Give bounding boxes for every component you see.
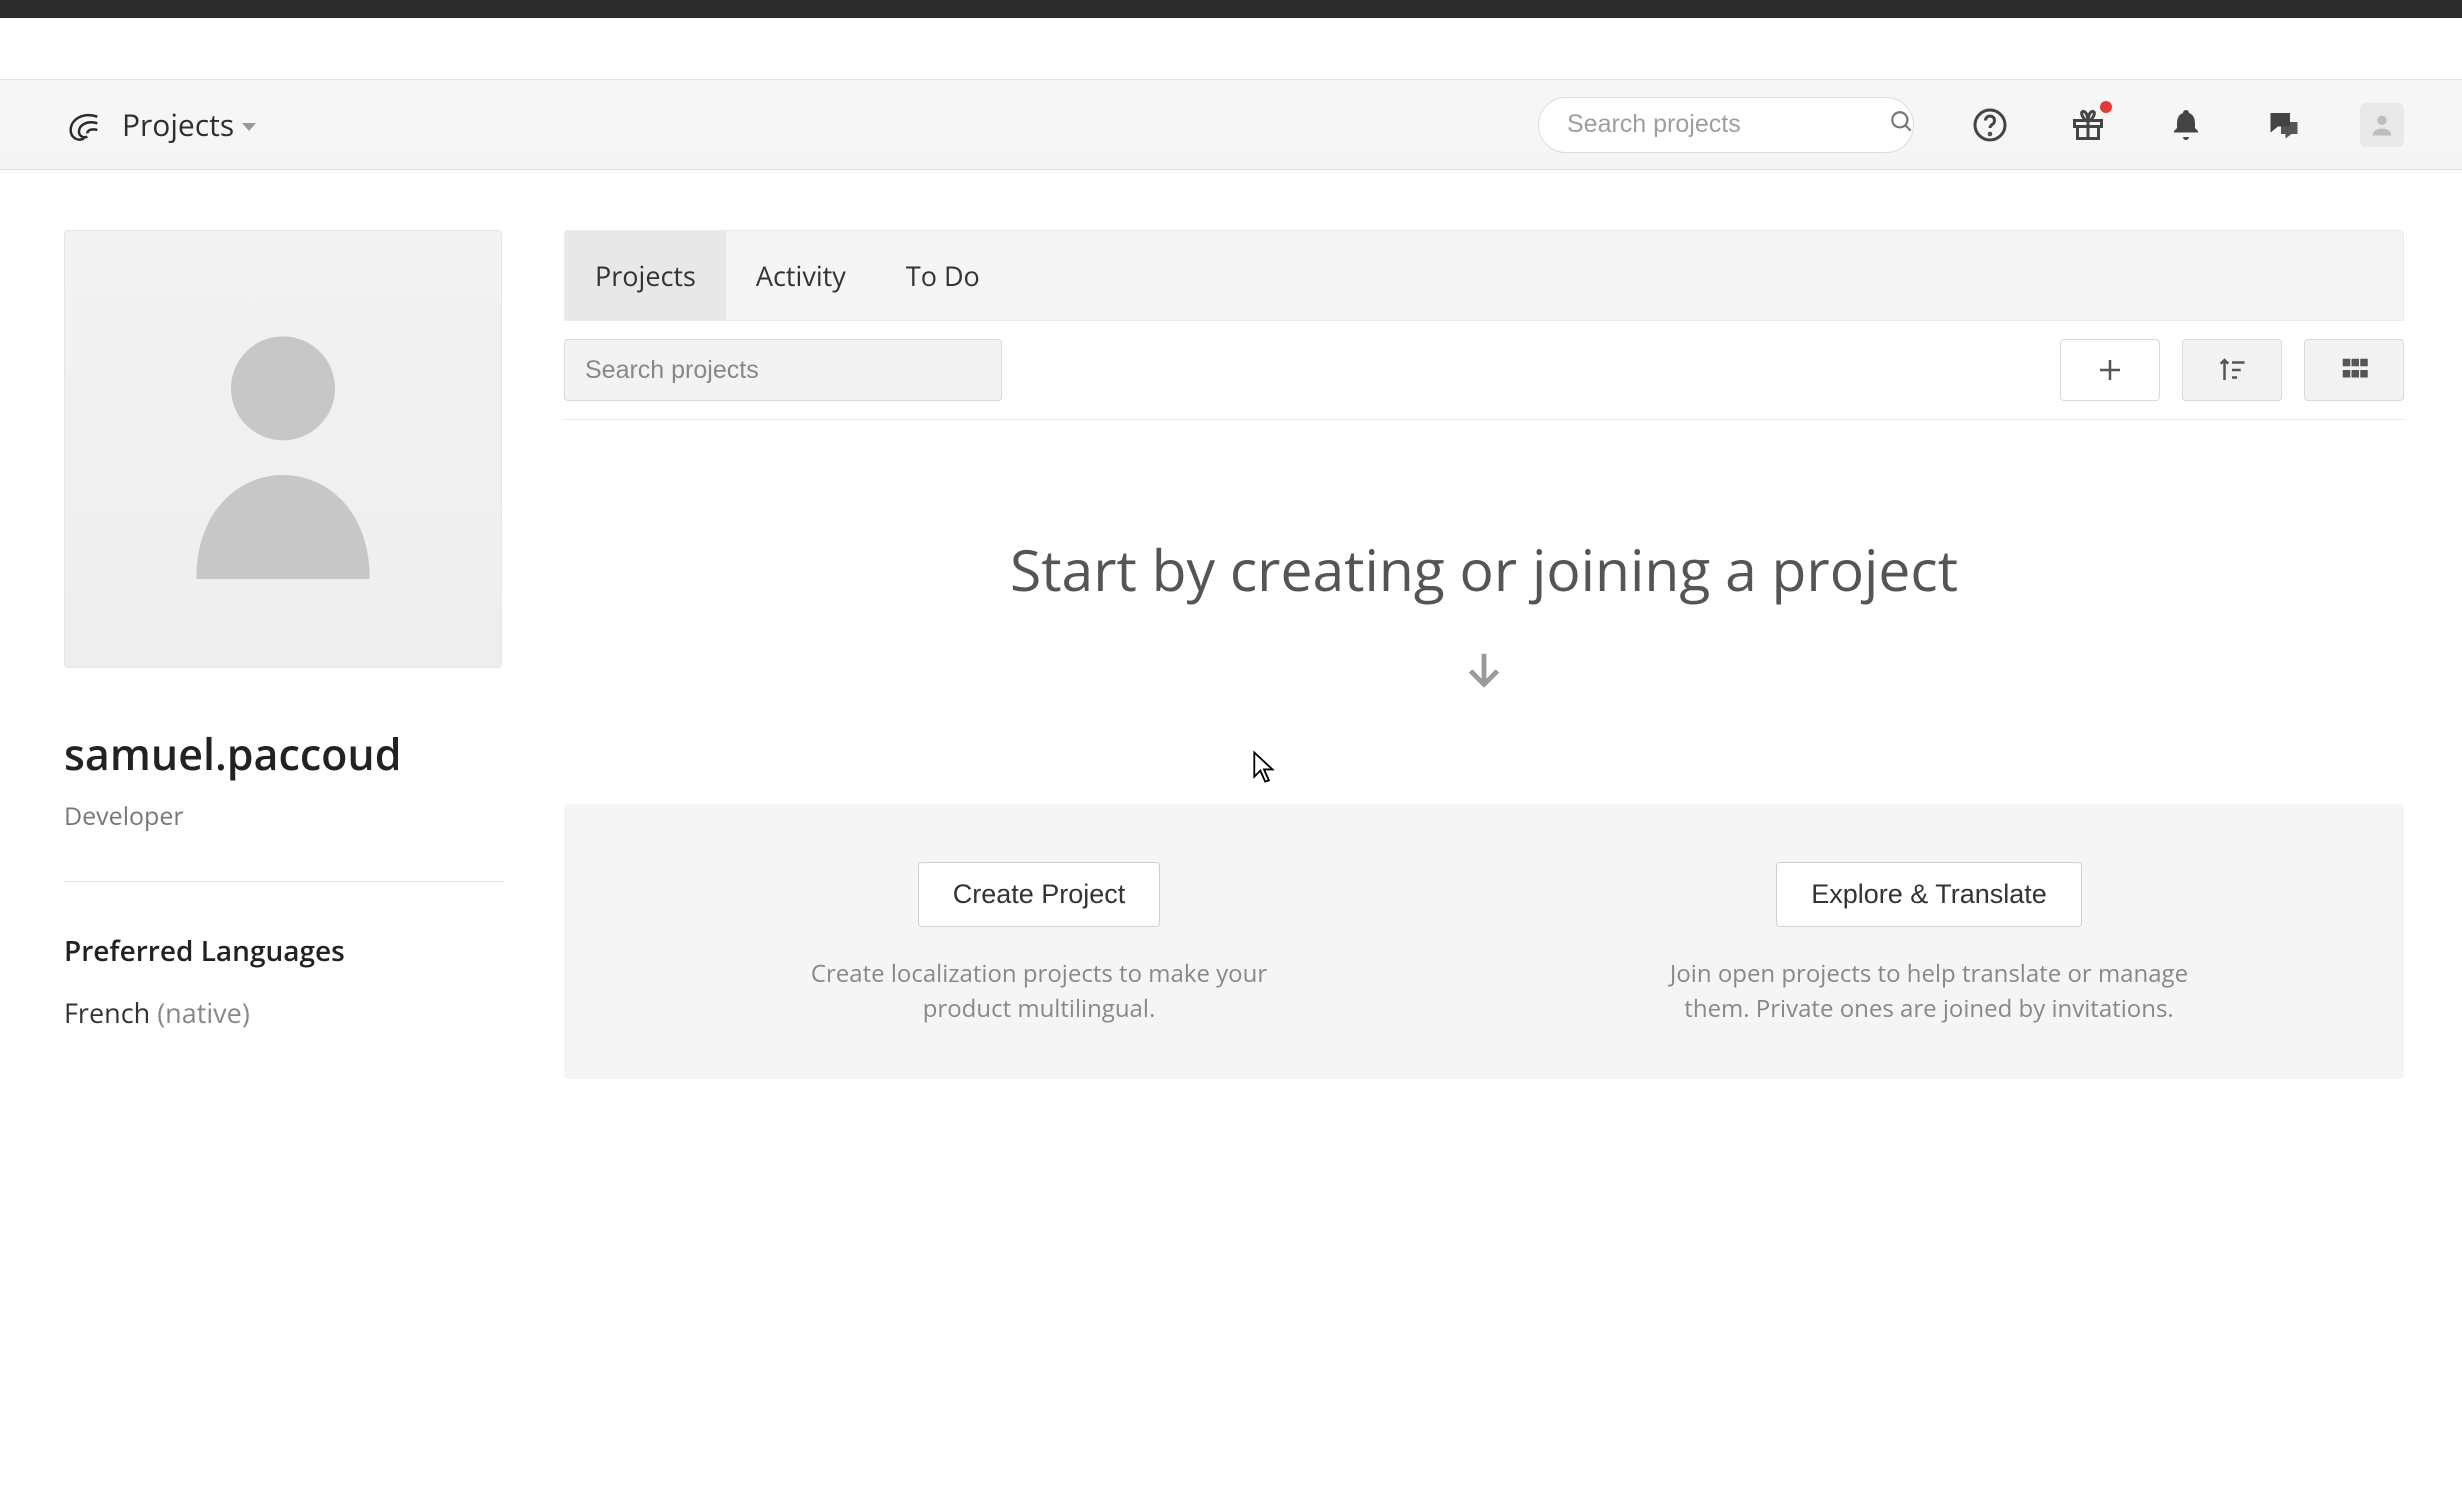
projects-search-input[interactable]	[564, 339, 1002, 401]
bell-icon[interactable]	[2164, 103, 2208, 147]
main-navbar: Projects	[0, 80, 2462, 170]
empty-state-actions: Create Project Create localization proje…	[564, 804, 2404, 1079]
sort-icon	[2217, 355, 2247, 385]
gift-icon[interactable]	[2066, 103, 2110, 147]
create-project-button[interactable]: Create Project	[918, 862, 1161, 927]
plus-icon	[2095, 355, 2125, 385]
notification-dot-icon	[2100, 101, 2112, 113]
tab-activity[interactable]: Activity	[726, 231, 876, 320]
add-project-button[interactable]	[2060, 339, 2160, 401]
preferred-languages-heading: Preferred Languages	[64, 932, 504, 970]
avatar-placeholder[interactable]	[64, 230, 502, 668]
username: samuel.paccoud	[64, 724, 504, 783]
user-avatar-menu[interactable]	[2360, 103, 2404, 147]
create-project-desc: Create localization projects to make you…	[779, 957, 1299, 1027]
global-search-input[interactable]	[1567, 110, 1889, 139]
projects-dropdown-label: Projects	[122, 104, 234, 145]
tab-todo[interactable]: To Do	[876, 231, 1010, 320]
explore-translate-desc: Join open projects to help translate or …	[1669, 957, 2189, 1027]
global-search[interactable]	[1538, 97, 1914, 153]
tab-projects[interactable]: Projects	[565, 231, 726, 320]
chevron-down-icon	[242, 123, 256, 131]
language-name: French	[64, 994, 150, 1031]
empty-state-heading: Start by creating or joining a project	[564, 530, 2404, 608]
profile-sidebar: samuel.paccoud Developer Preferred Langu…	[64, 230, 504, 1031]
language-note: (native)	[157, 994, 250, 1031]
create-project-card: Create Project Create localization proje…	[594, 862, 1484, 1027]
sort-button[interactable]	[2182, 339, 2282, 401]
main-content: Projects Activity To Do	[564, 230, 2404, 1079]
tabs-bar: Projects Activity To Do	[564, 230, 2404, 321]
explore-translate-card: Explore & Translate Join open projects t…	[1484, 862, 2374, 1027]
arrow-down-icon	[564, 648, 2404, 694]
grid-view-button[interactable]	[2304, 339, 2404, 401]
person-icon	[173, 319, 393, 579]
grid-icon	[2339, 355, 2369, 385]
preferred-language-item: French (native)	[64, 994, 504, 1031]
explore-translate-button[interactable]: Explore & Translate	[1776, 862, 2082, 927]
help-icon[interactable]	[1968, 103, 2012, 147]
search-icon	[1889, 109, 1915, 140]
crowdin-logo-icon[interactable]	[64, 103, 104, 147]
user-role: Developer	[64, 799, 504, 882]
page-body: samuel.paccoud Developer Preferred Langu…	[0, 170, 2462, 1119]
messages-icon[interactable]	[2262, 103, 2306, 147]
projects-dropdown[interactable]: Projects	[122, 104, 256, 145]
browser-chrome-gap	[0, 18, 2462, 80]
projects-toolbar	[564, 321, 2404, 420]
browser-chrome-top	[0, 0, 2462, 18]
